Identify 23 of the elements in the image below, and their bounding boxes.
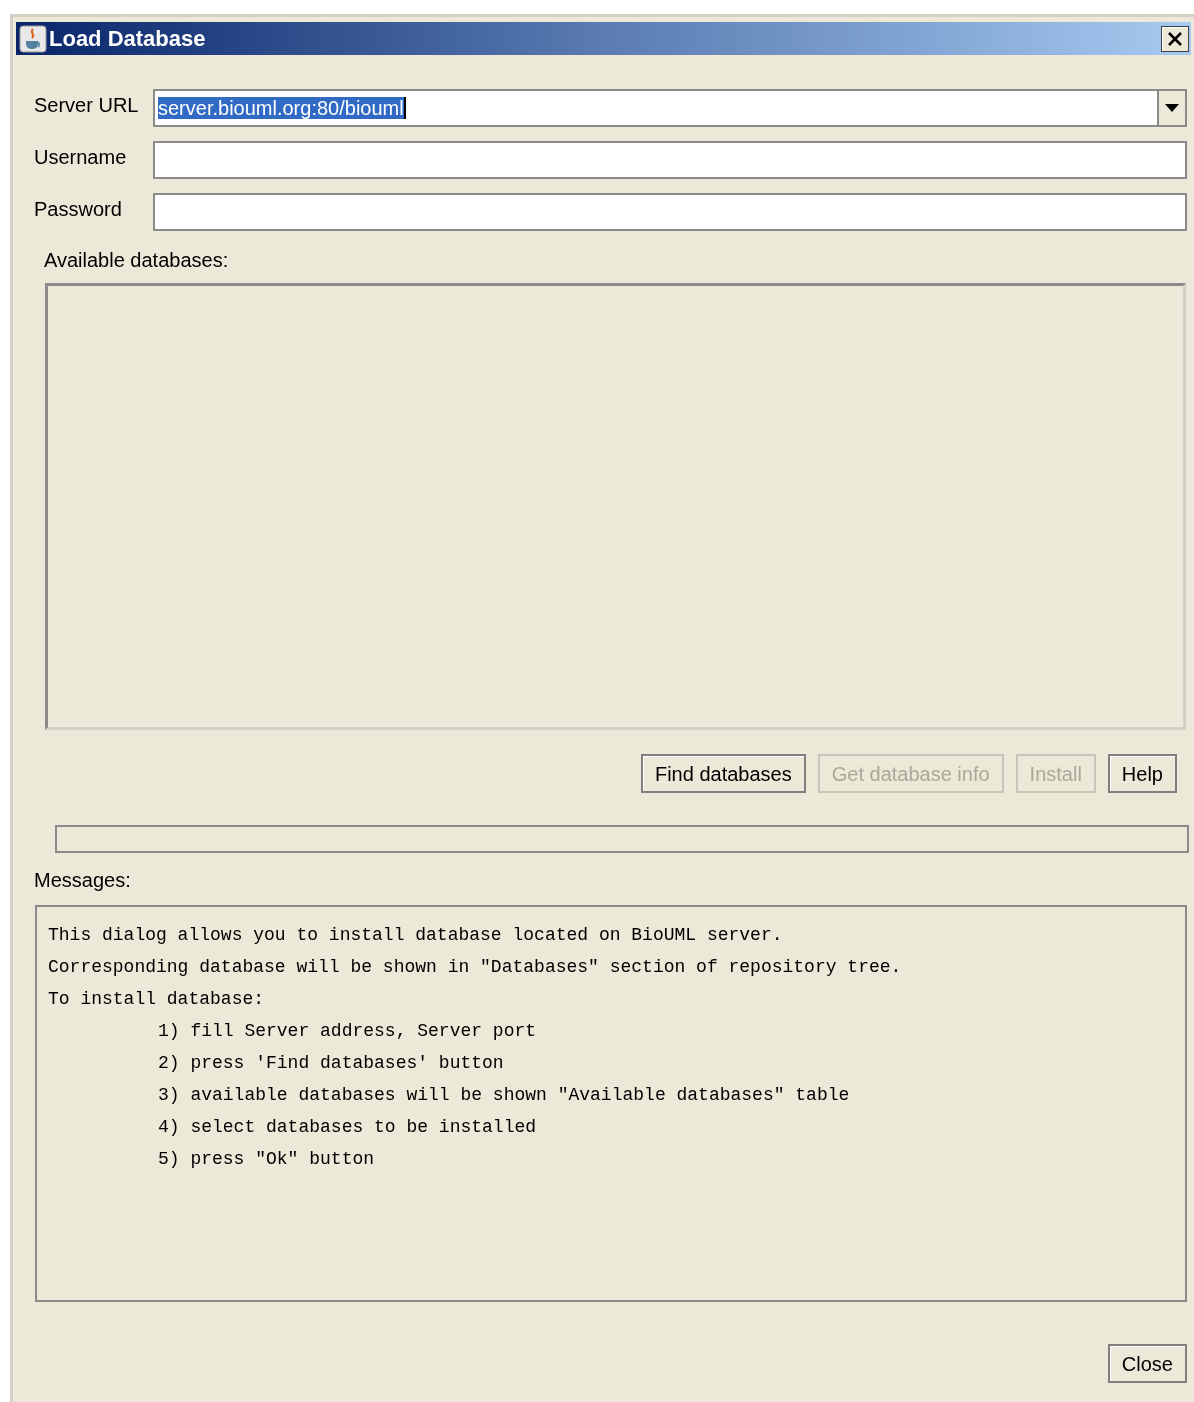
message-line: 3) available databases will be shown "Available databases" table <box>158 1084 850 1107</box>
dialog-button[interactable]: Find databases <box>640 754 806 793</box>
message-line: This dialog allows you to install database located on BioUML server. <box>48 924 783 947</box>
section-label: Available databases: <box>44 248 229 273</box>
message-line: 2) press 'Find databases' button <box>158 1052 504 1075</box>
field-label: Server URL <box>34 93 140 118</box>
field-label: Password <box>34 197 123 222</box>
field-label: Username <box>34 145 128 170</box>
coffee-cup-icon <box>19 24 47 53</box>
server-url-combobox[interactable]: server.biouml.org:80/biouml <box>153 89 1187 127</box>
message-line: 4) select databases to be installed <box>158 1116 537 1139</box>
window-title: Load Database <box>49 25 206 53</box>
message-line: Corresponding database will be shown in "Databases" section of repository tree. <box>48 956 902 979</box>
message-line: 1) fill Server address, Server port <box>158 1020 537 1043</box>
field-value: server.biouml.org:80/biouml <box>158 97 406 119</box>
message-line: 5) press "Ok" button <box>158 1148 375 1171</box>
text-field[interactable] <box>153 193 1187 231</box>
text-field[interactable] <box>153 141 1187 179</box>
close-icon[interactable] <box>1161 25 1189 52</box>
message-line: To install database: <box>48 988 265 1011</box>
close-button[interactable]: Close <box>1107 1344 1187 1383</box>
dialog-button[interactable]: Help <box>1107 754 1177 793</box>
section-label: Messages: <box>34 868 131 893</box>
